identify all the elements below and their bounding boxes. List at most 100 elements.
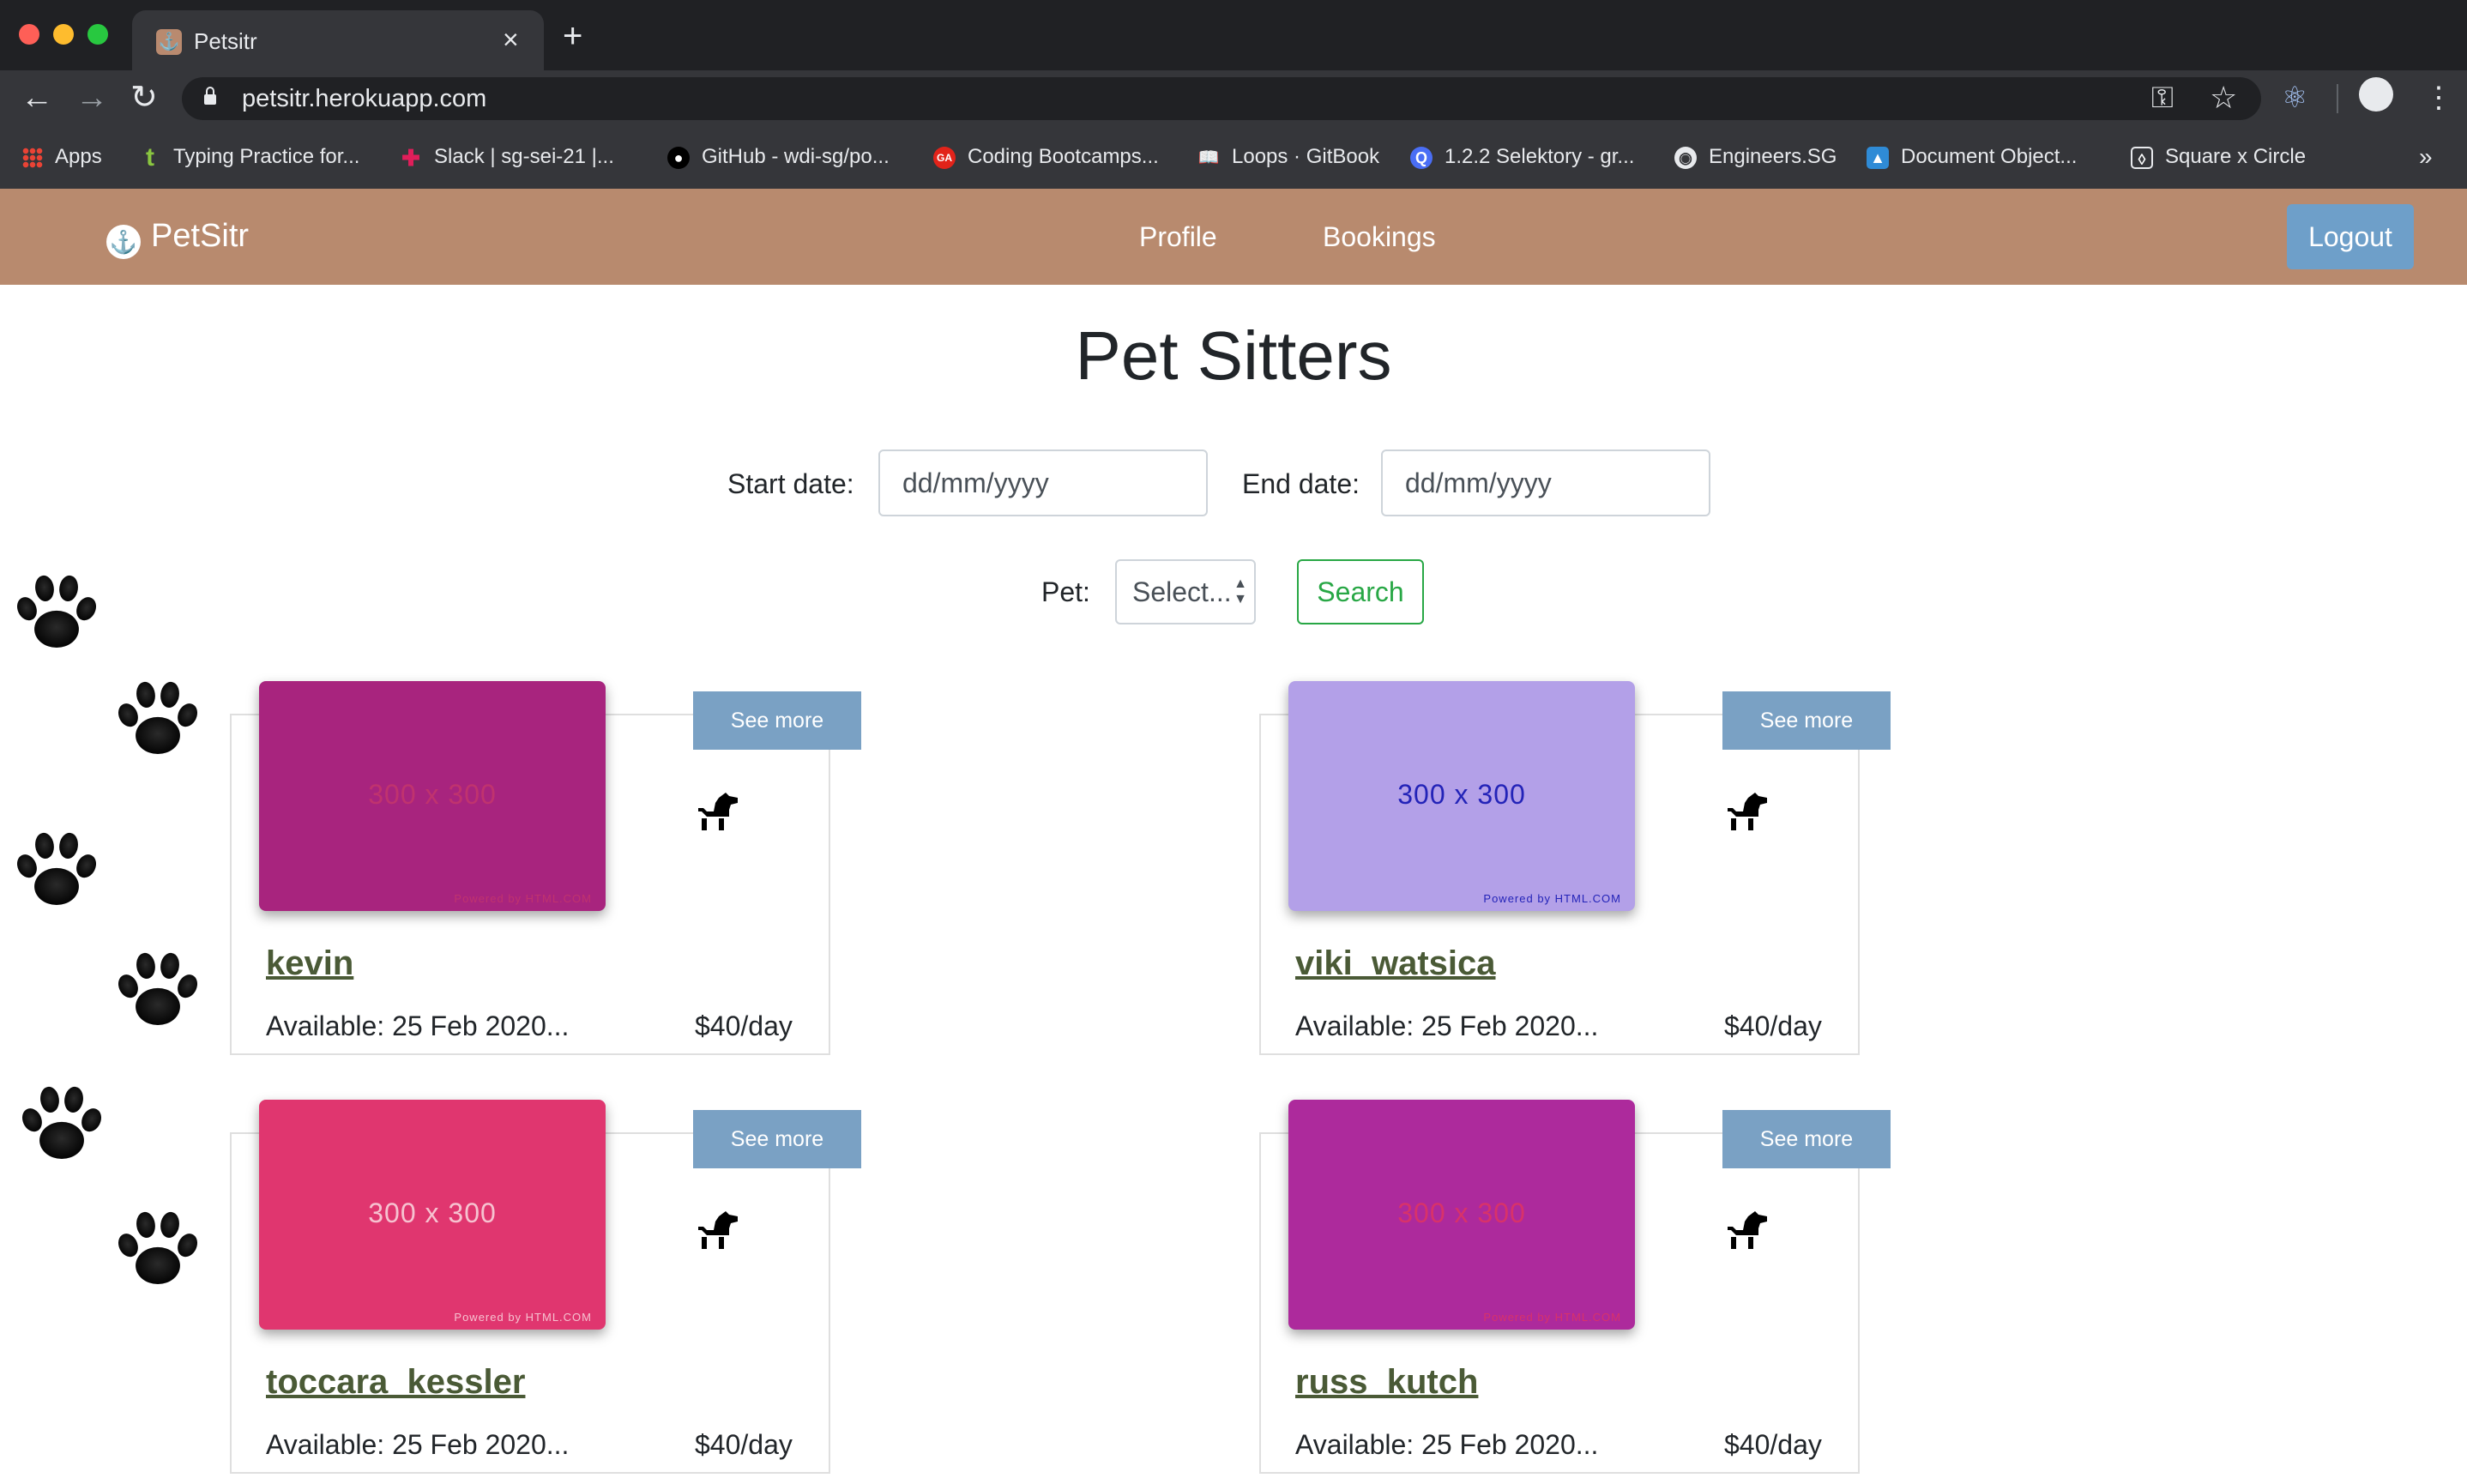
nav-bookings-link[interactable]: Bookings <box>1323 220 1436 254</box>
thumb-powered: Powered by HTML.COM <box>454 1311 592 1324</box>
doc-icon: ▲ <box>1867 146 1889 169</box>
react-devtools-icon[interactable]: ⚛ <box>2282 79 2307 117</box>
price-text: $40/day <box>1724 1010 1822 1041</box>
address-bar[interactable]: petsitr.herokuapp.com ⚿ ☆ <box>182 77 2261 120</box>
paw-print-icon <box>112 673 204 765</box>
thumb-text: 300 x 300 <box>368 779 497 810</box>
reload-icon[interactable]: ↻ <box>130 79 158 117</box>
end-date-label: End date: <box>1242 468 1360 499</box>
paw-print-icon <box>10 823 103 916</box>
chrome-menu-icon[interactable]: ⋮ <box>2424 79 2453 117</box>
sitter-name-link[interactable]: kevin <box>266 942 353 985</box>
dog-icon <box>1722 789 1767 834</box>
dog-icon <box>1722 1208 1767 1252</box>
dog-icon <box>693 1208 738 1252</box>
bookmark-label: Coding Bootcamps... <box>968 145 1159 168</box>
bookmarks-bar: Apps t Typing Practice for... ✚ Slack | sg… <box>0 125 2467 189</box>
bookmark-gitbook[interactable]: 📖 Loops · GitBook <box>1197 142 1380 172</box>
sitter-name-link[interactable]: russ_kutch <box>1295 1360 1478 1403</box>
sitter-photo[interactable]: 300 x 300 Powered by HTML.COM <box>259 681 606 911</box>
start-date-label: Start date: <box>727 468 854 499</box>
bookmark-apps[interactable]: Apps <box>22 142 102 172</box>
petsitr-logo-icon: ⚓ <box>106 225 141 259</box>
sitter-name-link[interactable]: toccara_kessler <box>266 1360 525 1403</box>
bookmark-slack[interactable]: ✚ Slack | sg-sei-21 |... <box>400 142 614 172</box>
toolbar-divider <box>2337 84 2338 113</box>
logout-button[interactable]: Logout <box>2287 204 2414 269</box>
search-button[interactable]: Search <box>1297 559 1424 624</box>
bookmark-label: 1.2.2 Selektory - gr... <box>1445 145 1635 168</box>
bookmark-label: Square x Circle <box>2165 145 2307 168</box>
pet-select-value: Select... <box>1132 576 1232 607</box>
select-arrows-icon: ▲ ▼ <box>1234 576 1247 606</box>
slack-icon: ✚ <box>401 144 420 171</box>
maximize-window-button[interactable] <box>87 24 108 45</box>
new-tab-icon[interactable]: + <box>563 19 582 53</box>
end-date-input[interactable]: dd/mm/yyyy <box>1381 449 1710 516</box>
gitbook-icon: 📖 <box>1197 148 1220 167</box>
page-title: Pet Sitters <box>1075 317 1392 394</box>
petsitr-favicon-icon: ⚓ <box>156 29 182 55</box>
url-text[interactable]: petsitr.herokuapp.com <box>242 84 486 113</box>
bookmark-label: Slack | sg-sei-21 |... <box>434 145 614 168</box>
price-text: $40/day <box>1724 1429 1822 1460</box>
star-icon[interactable]: ☆ <box>2210 79 2237 117</box>
back-arrow-icon[interactable]: ← <box>21 79 53 117</box>
start-date-input[interactable]: dd/mm/yyyy <box>878 449 1208 516</box>
bookmark-engineers[interactable]: ◉ Engineers.SG <box>1674 142 1837 172</box>
ga-icon: GA <box>933 146 956 169</box>
nav-profile-link[interactable]: Profile <box>1139 220 1217 254</box>
availability-text: Available: 25 Feb 2020... <box>1295 1010 1599 1041</box>
brand-logo[interactable]: ⚓ PetSitr <box>106 214 249 259</box>
key-icon[interactable]: ⚿ <box>2151 81 2174 115</box>
square-circle-icon: ◊ <box>2131 146 2153 169</box>
github-icon: ● <box>667 146 690 169</box>
bookmark-label: Document Object... <box>1901 145 2078 168</box>
see-more-button[interactable]: See more <box>693 1110 861 1168</box>
bookmark-ga[interactable]: GA Coding Bootcamps... <box>933 142 1159 172</box>
bookmark-typing[interactable]: t Typing Practice for... <box>139 142 359 172</box>
see-more-button[interactable]: See more <box>693 691 861 750</box>
sitter-photo[interactable]: 300 x 300 Powered by HTML.COM <box>1288 1100 1635 1330</box>
bookmark-label: Typing Practice for... <box>173 145 360 168</box>
t-icon: t <box>146 142 154 172</box>
browser-tab[interactable]: ⚓ Petsitr × <box>132 10 544 70</box>
close-window-button[interactable] <box>19 24 39 45</box>
profile-avatar-icon[interactable] <box>2359 77 2393 112</box>
sitter-name-link[interactable]: viki_watsica <box>1295 942 1496 985</box>
see-more-button[interactable]: See more <box>1722 691 1891 750</box>
app-navbar: ⚓ PetSitr Profile Bookings Logout <box>0 189 2467 285</box>
bookmark-dom[interactable]: ▲ Document Object... <box>1867 142 2077 172</box>
see-more-button[interactable]: See more <box>1722 1110 1891 1168</box>
paw-print-icon <box>10 566 103 659</box>
sitter-photo[interactable]: 300 x 300 Powered by HTML.COM <box>259 1100 606 1330</box>
more-bookmarks-icon[interactable]: » <box>2419 142 2433 172</box>
availability-text: Available: 25 Feb 2020... <box>266 1010 570 1041</box>
thumb-text: 300 x 300 <box>368 1197 497 1228</box>
minimize-window-button[interactable] <box>53 24 74 45</box>
apps-grid-icon <box>22 147 43 168</box>
tab-title: Petsitr <box>194 28 257 54</box>
lock-icon <box>204 87 216 105</box>
thumb-powered: Powered by HTML.COM <box>454 892 592 905</box>
brand-name: PetSitr <box>151 218 250 254</box>
thumb-powered: Powered by HTML.COM <box>1483 1311 1621 1324</box>
pet-select[interactable]: Select... ▲ ▼ <box>1115 559 1256 624</box>
bookmark-label: Apps <box>55 145 102 168</box>
bookmark-github[interactable]: ● GitHub - wdi-sg/po... <box>667 142 890 172</box>
bookmark-label: Loops · GitBook <box>1232 145 1380 168</box>
sitter-photo[interactable]: 300 x 300 Powered by HTML.COM <box>1288 681 1635 911</box>
bookmark-square-circle[interactable]: ◊ Square x Circle <box>2131 142 2306 172</box>
price-text: $40/day <box>695 1010 793 1041</box>
dog-icon <box>693 789 738 834</box>
paw-print-icon <box>112 1203 204 1295</box>
availability-text: Available: 25 Feb 2020... <box>1295 1429 1599 1460</box>
browser-tab-bar: ⚓ Petsitr × + <box>0 0 2467 70</box>
close-tab-icon[interactable]: × <box>503 22 519 57</box>
forward-arrow-icon[interactable]: → <box>75 79 108 117</box>
pet-label: Pet: <box>1041 576 1090 607</box>
paw-print-icon <box>15 1077 108 1170</box>
browser-toolbar: ← → ↻ petsitr.herokuapp.com ⚿ ☆ ⚛ ⋮ <box>0 70 2467 125</box>
price-text: $40/day <box>695 1429 793 1460</box>
bookmark-selektory[interactable]: Q 1.2.2 Selektory - gr... <box>1410 142 1634 172</box>
